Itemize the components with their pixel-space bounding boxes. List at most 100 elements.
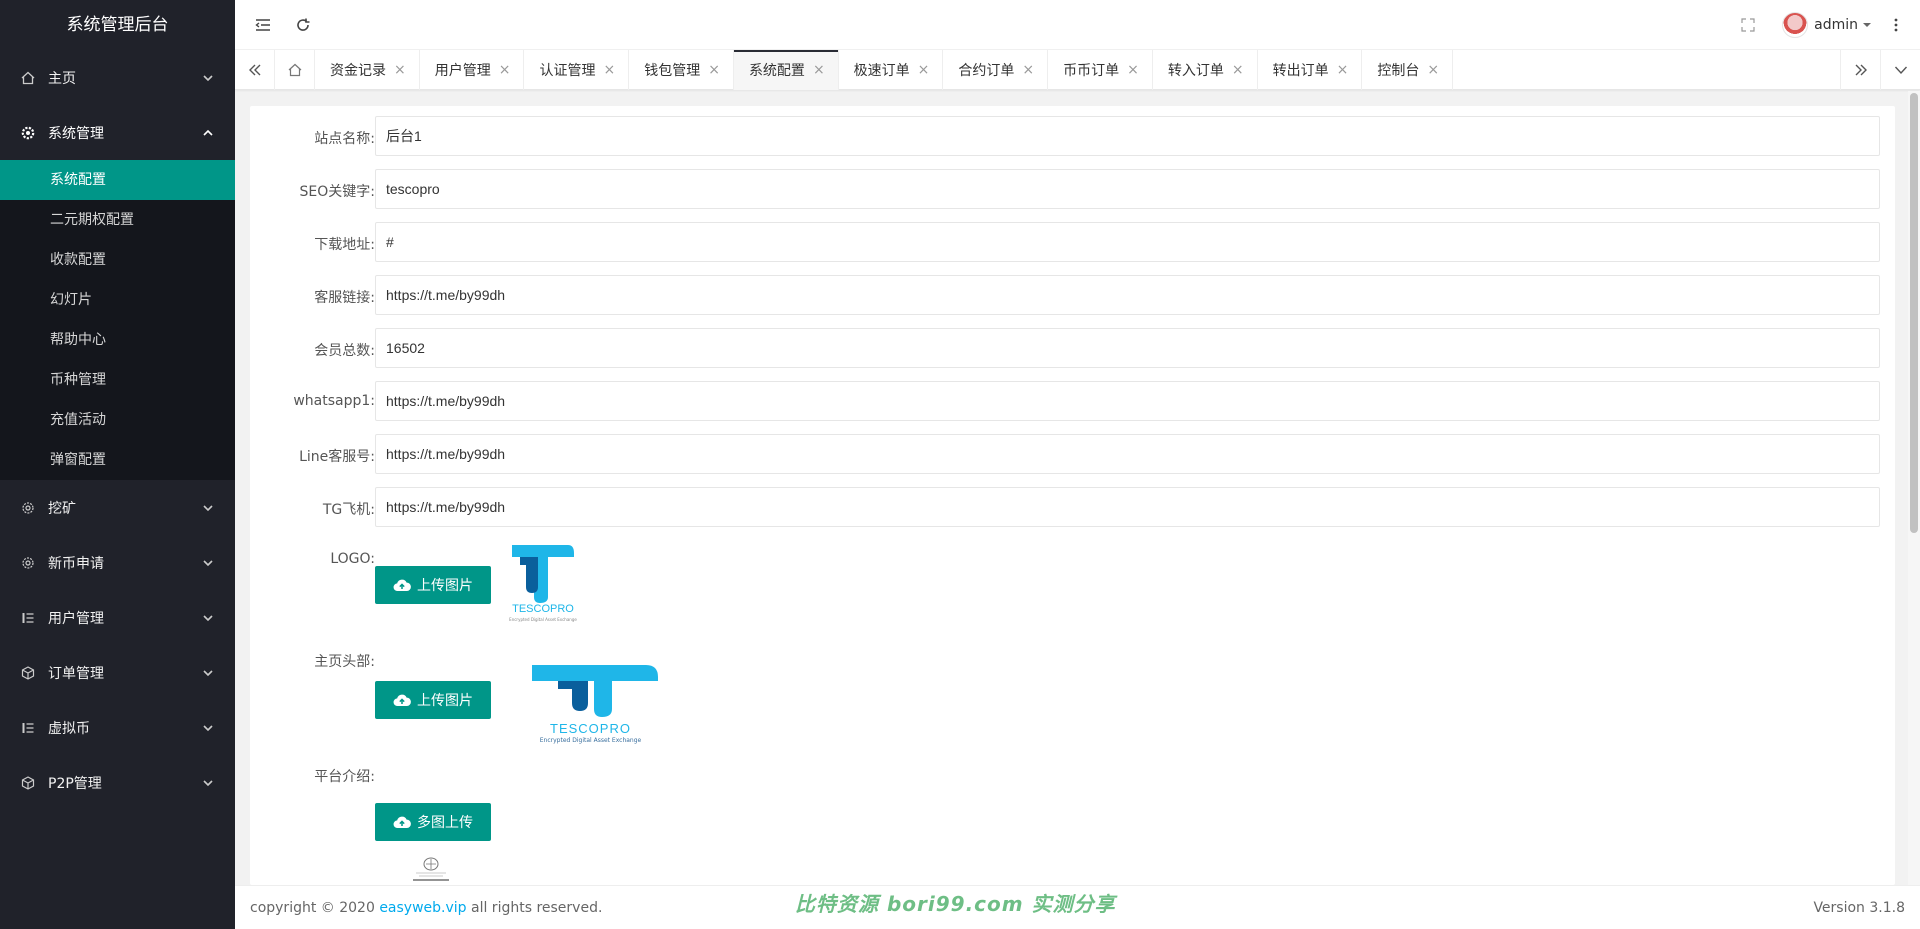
tab-bar: 资金记录 × 用户管理 × 认证管理 × 钱包管理 × 系统配置 × 极速订单 × 合约订单… [235, 50, 1920, 90]
close-icon[interactable]: × [1127, 62, 1139, 78]
submenu-item-slides[interactable]: 幻灯片 [0, 280, 235, 320]
sidebar-item-system[interactable]: 系统管理 [0, 105, 235, 160]
line-input[interactable] [375, 434, 1880, 474]
member-count-input[interactable] [375, 328, 1880, 368]
tab-home-icon[interactable] [275, 50, 315, 90]
tab-auth-management[interactable]: 认证管理 × [524, 50, 630, 90]
tab-fund-records[interactable]: 资金记录 × [315, 50, 420, 90]
sidebar-item-mining[interactable]: 挖矿 [0, 480, 235, 535]
refresh-icon[interactable] [291, 13, 315, 37]
tab-label: 极速订单 [853, 63, 910, 79]
sidebar-item-p2p[interactable]: P2P管理 [0, 755, 235, 810]
list-icon [20, 610, 36, 626]
chevron-down-icon [203, 74, 213, 81]
gear-icon [20, 125, 36, 141]
sidebar-item-label: 订单管理 [48, 665, 104, 682]
tab-label: 控制台 [1377, 63, 1420, 79]
sidebar-item-users[interactable]: 用户管理 [0, 590, 235, 645]
tab-system-config[interactable]: 系统配置 × [733, 50, 839, 90]
top-header: admin [235, 0, 1920, 50]
tabs-scroll-left-icon[interactable] [235, 50, 275, 90]
close-icon[interactable]: × [708, 62, 720, 78]
close-icon[interactable]: × [603, 62, 615, 78]
multi-upload-label: 多图上传 [417, 815, 473, 831]
config-card: 站点名称: SEO关键字: 下载地址: 客服链接: 会员总数: whatsapp… [250, 106, 1895, 885]
tab-transfer-in-orders[interactable]: 转入订单 × [1153, 50, 1258, 90]
collapse-sidebar-icon[interactable] [251, 13, 275, 37]
tab-label: 转出订单 [1272, 63, 1329, 79]
tab-wallet-management[interactable]: 钱包管理 × [629, 50, 734, 90]
submenu-item-recharge-activity[interactable]: 充值活动 [0, 400, 235, 440]
sidebar-item-label: P2P管理 [48, 775, 102, 792]
site-name-label: 站点名称: [314, 131, 375, 147]
telegram-label: TG飞机: [322, 502, 375, 518]
logo-tagline: Encrypted Digital Asset Exchange [509, 617, 577, 622]
close-icon[interactable]: × [1232, 62, 1244, 78]
close-icon[interactable]: × [394, 62, 406, 78]
fullscreen-icon[interactable] [1736, 13, 1760, 37]
telegram-input[interactable] [375, 487, 1880, 527]
download-url-input[interactable] [375, 222, 1880, 262]
chevron-down-icon [203, 614, 213, 621]
gear-outline-icon [20, 500, 36, 516]
tabs-menu-chevron-down-icon[interactable] [1880, 50, 1920, 90]
sidebar-item-home[interactable]: 主页 [0, 50, 235, 105]
tab-fast-orders[interactable]: 极速订单 × [839, 50, 944, 90]
close-icon[interactable]: × [1427, 62, 1439, 78]
scroll-track [1908, 91, 1920, 885]
tab-contract-orders[interactable]: 合约订单 × [943, 50, 1049, 90]
tabs-scroll-right-icon[interactable] [1840, 50, 1880, 90]
logo-preview: TESCOPRO Encrypted Digital Asset Exchang… [508, 539, 578, 629]
tab-label: 转入订单 [1167, 63, 1224, 79]
seo-keywords-input[interactable] [375, 169, 1880, 209]
footer-link[interactable]: easyweb.vip [379, 900, 466, 916]
sidebar-item-virtual-coin[interactable]: 虚拟币 [0, 700, 235, 755]
close-icon[interactable]: × [813, 62, 825, 78]
tab-transfer-out-orders[interactable]: 转出订单 × [1258, 50, 1363, 90]
submenu-item-payment-config[interactable]: 收款配置 [0, 240, 235, 280]
seo-keywords-label: SEO关键字: [299, 184, 375, 200]
cube-icon [20, 775, 36, 791]
document-emblem-icon [413, 857, 449, 881]
form-row-member-count: 会员总数: [250, 328, 1895, 368]
content-area: 站点名称: SEO关键字: 下载地址: 客服链接: 会员总数: whatsapp… [235, 91, 1920, 885]
close-icon[interactable]: × [1022, 62, 1034, 78]
logo-label: LOGO: [330, 551, 375, 567]
intro-label: 平台介绍: [314, 769, 375, 785]
submenu-item-binary-options[interactable]: 二元期权配置 [0, 200, 235, 240]
tab-user-management[interactable]: 用户管理 × [420, 50, 525, 90]
banner-upload-button[interactable]: 上传图片 [375, 681, 491, 719]
submenu-item-help-center[interactable]: 帮助中心 [0, 320, 235, 360]
form-row-telegram: TG飞机: [250, 487, 1895, 527]
tab-console[interactable]: 控制台 × [1362, 50, 1454, 90]
close-icon[interactable]: × [1337, 62, 1349, 78]
close-icon[interactable]: × [499, 62, 511, 78]
form-row-site-name: 站点名称: [250, 116, 1895, 156]
site-name-input[interactable] [375, 116, 1880, 156]
form-row-whatsapp: whatsapp1: [250, 381, 1895, 421]
multi-upload-button[interactable]: 多图上传 [375, 803, 491, 841]
chevron-down-icon [203, 504, 213, 511]
submenu-item-system-config[interactable]: 系统配置 [0, 160, 235, 200]
form-row-seo: SEO关键字: [250, 169, 1895, 209]
sidebar-item-new-coin[interactable]: 新币申请 [0, 535, 235, 590]
scrollbar[interactable] [1910, 93, 1918, 533]
sidebar-item-label: 系统管理 [48, 125, 104, 142]
brand-title: 系统管理后台 [66, 15, 169, 35]
tescopro-logo-icon [512, 545, 574, 603]
submenu-item-popup-config[interactable]: 弹窗配置 [0, 440, 235, 480]
support-link-input[interactable] [375, 275, 1880, 315]
tab-coin-orders[interactable]: 币币订单 × [1048, 50, 1153, 90]
sidebar-item-orders[interactable]: 订单管理 [0, 645, 235, 700]
whatsapp-input[interactable] [375, 381, 1880, 421]
cube-icon [20, 665, 36, 681]
more-vertical-icon[interactable] [1884, 13, 1908, 37]
sidebar-item-label: 新币申请 [48, 555, 104, 572]
close-icon[interactable]: × [918, 62, 930, 78]
version-text: Version 3.1.8 [1813, 899, 1905, 916]
logo-upload-button[interactable]: 上传图片 [375, 566, 491, 604]
chevron-down-icon [203, 779, 213, 786]
cloud-upload-icon [393, 815, 411, 829]
submenu-item-coin-management[interactable]: 币种管理 [0, 360, 235, 400]
user-menu[interactable]: admin [1782, 10, 1872, 40]
